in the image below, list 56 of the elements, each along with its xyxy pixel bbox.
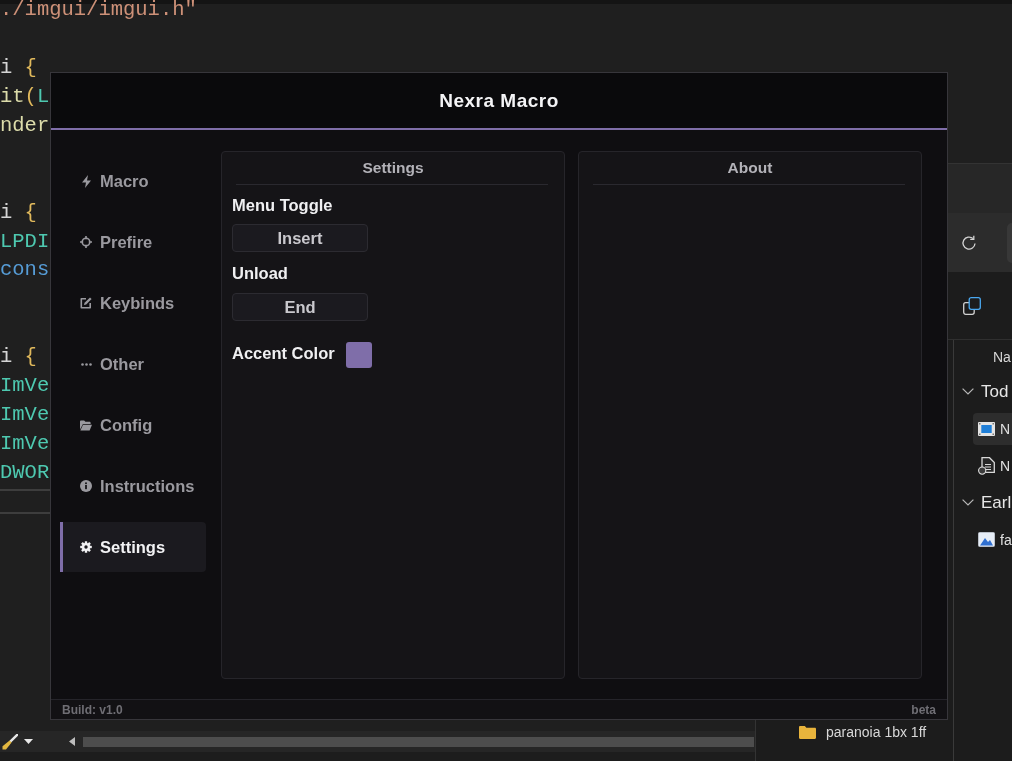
crosshair-icon xyxy=(80,236,92,248)
lightning-icon xyxy=(81,174,91,188)
code-line: ImVe xyxy=(0,404,50,425)
window-title: Nexra Macro xyxy=(439,88,559,113)
image-file-icon xyxy=(978,532,995,547)
code-line: DWOR xyxy=(0,462,50,483)
keybind-button[interactable]: End xyxy=(232,293,368,321)
caret-icon[interactable] xyxy=(24,739,33,744)
channel-label: beta xyxy=(911,702,936,717)
folder-icon xyxy=(799,725,816,739)
file-row[interactable]: N xyxy=(973,449,1012,482)
refresh-icon[interactable] xyxy=(961,234,977,251)
folder-item[interactable]: paranoia 1bx 1ff xyxy=(799,723,927,741)
sidebar-tab[interactable]: Config xyxy=(60,400,206,450)
code-line: i { xyxy=(0,347,37,368)
code-line: cons xyxy=(0,260,50,281)
code-line: LPDI xyxy=(0,231,50,252)
sidebar-tab[interactable]: Settings xyxy=(60,522,206,572)
video-file-icon xyxy=(978,421,995,436)
code-line: nder xyxy=(0,116,50,136)
file-row[interactable]: fa xyxy=(973,523,1012,556)
color-swatch[interactable] xyxy=(345,342,372,368)
scroll-left-icon[interactable] xyxy=(69,737,75,746)
setting-label: Accent Color xyxy=(232,342,335,363)
panel-title: About xyxy=(727,159,773,177)
document-icon xyxy=(978,456,995,475)
gear-icon xyxy=(80,541,92,553)
sidebar-tab[interactable]: Prefire xyxy=(60,217,206,267)
paintbrush-icon[interactable] xyxy=(2,733,18,750)
sidebar-tab[interactable]: Other xyxy=(60,339,206,389)
horizontal-scrollbar[interactable] xyxy=(83,736,754,747)
file-row[interactable]: N xyxy=(973,412,1012,445)
sidebar-tab[interactable]: Instructions xyxy=(60,461,206,511)
info-icon xyxy=(80,480,92,492)
column-header[interactable]: Na xyxy=(993,347,1011,366)
setting-label: Unload xyxy=(232,263,288,283)
code-line: it(L xyxy=(0,87,50,108)
keybind-button[interactable]: Insert xyxy=(232,224,368,252)
ellipsis-icon xyxy=(80,362,92,366)
setting-label: Menu Toggle xyxy=(232,195,333,215)
chevron-down-icon[interactable] xyxy=(962,388,974,395)
sidebar-tab[interactable]: Keybinds xyxy=(60,278,206,328)
code-line: ImVe xyxy=(0,376,50,397)
folder-icon xyxy=(80,419,92,431)
copy-icon[interactable] xyxy=(963,296,981,315)
code-line: i { xyxy=(0,58,37,79)
build-label: Build: v1.0 xyxy=(62,702,123,717)
panel-title: Settings xyxy=(362,159,424,177)
code-line: ImVe xyxy=(0,433,50,454)
group-header[interactable]: Earl xyxy=(981,491,1012,514)
group-header[interactable]: Tod xyxy=(981,380,1009,403)
chevron-down-icon[interactable] xyxy=(962,499,974,506)
sidebar-tab[interactable]: Macro xyxy=(60,156,206,206)
code-line: ./imgui/imgui.h" xyxy=(0,0,197,21)
edit-icon xyxy=(80,297,92,309)
code-line: i { xyxy=(0,202,37,223)
